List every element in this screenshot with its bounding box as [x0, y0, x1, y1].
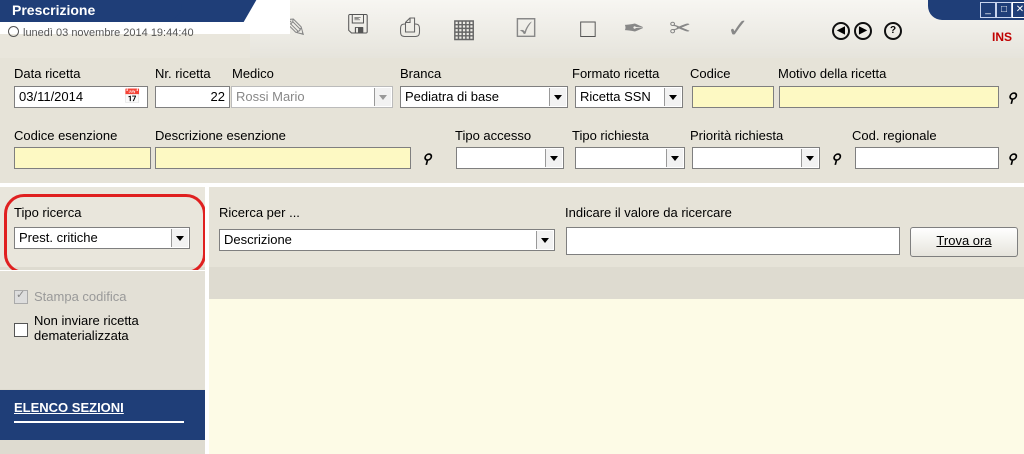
search-bar: Ricerca per ... Descrizione Indicare il …: [209, 187, 1024, 267]
data-ricetta-field[interactable]: 03/11/2014 📅: [14, 86, 148, 108]
chevron-down-icon: [374, 88, 391, 106]
codice-esenzione-label: Codice esenzione: [14, 128, 118, 143]
codice-field[interactable]: [692, 86, 774, 108]
prev-icon[interactable]: ◀: [832, 22, 850, 40]
priorita-label: Priorità richiesta: [690, 128, 784, 143]
codice-label: Codice: [690, 66, 731, 81]
tipo-accesso-select[interactable]: [456, 147, 564, 169]
results-area[interactable]: [209, 299, 1024, 454]
pin-icon[interactable]: ⚲: [422, 151, 432, 167]
formato-value: Ricetta SSN: [580, 89, 651, 104]
preview-icon[interactable]: ▦: [446, 10, 482, 46]
pen-icon[interactable]: ✒: [616, 10, 652, 46]
print-icon[interactable]: ⎙: [392, 10, 428, 46]
priorita-select[interactable]: [692, 147, 820, 169]
cod-regionale-label: Cod. regionale: [852, 128, 937, 143]
elenco-sezioni-panel: [0, 390, 205, 440]
trova-ora-label: Trova ora: [936, 233, 992, 248]
stampa-codifica-label: Stampa codifica: [34, 289, 127, 304]
window-title: Prescrizione: [12, 2, 96, 18]
highlight-annotation: [4, 194, 206, 274]
ricerca-per-value: Descrizione: [224, 232, 292, 247]
motivo-field[interactable]: [779, 86, 999, 108]
descrizione-esenzione-label: Descrizione esenzione: [155, 128, 286, 143]
motivo-label: Motivo della ricetta: [778, 66, 887, 81]
chevron-down-icon[interactable]: [664, 88, 681, 106]
sign-icon[interactable]: ✓: [720, 10, 756, 46]
check-icon: ✓: [16, 289, 26, 301]
medico-select: Rossi Mario: [231, 86, 393, 108]
elenco-sezioni-title[interactable]: ELENCO SEZIONI: [14, 400, 124, 415]
non-inviare-checkbox[interactable]: [14, 323, 28, 337]
note-icon[interactable]: ☑: [508, 10, 544, 46]
tipo-richiesta-label: Tipo richiesta: [572, 128, 649, 143]
elenco-underline: [14, 421, 184, 423]
help-icon[interactable]: ?: [884, 22, 902, 40]
branca-label: Branca: [400, 66, 442, 81]
valore-label: Indicare il valore da ricercare: [565, 205, 732, 220]
medico-value: Rossi Mario: [236, 89, 305, 104]
chevron-down-icon[interactable]: [801, 149, 818, 167]
next-icon[interactable]: ▶: [854, 22, 872, 40]
minimize-icon[interactable]: _: [980, 2, 996, 18]
clock-icon: [8, 26, 19, 37]
trova-ora-button[interactable]: Trova ora: [910, 227, 1018, 257]
tipo-richiesta-select[interactable]: [575, 147, 685, 169]
pin-icon[interactable]: ⚲: [831, 151, 841, 167]
nr-ricetta-label: Nr. ricetta: [155, 66, 211, 81]
calendar-icon[interactable]: 📅: [124, 88, 141, 105]
branca-value: Pediatra di base: [405, 89, 499, 104]
stampa-codifica-checkbox: ✓: [14, 289, 28, 304]
maximize-icon[interactable]: □: [996, 2, 1012, 18]
close-icon[interactable]: ✕: [1012, 2, 1024, 18]
save-icon[interactable]: 🖫: [340, 9, 376, 46]
chevron-down-icon[interactable]: [545, 149, 562, 167]
datetime-text: lunedì 03 novembre 2014 19:44:40: [23, 27, 194, 39]
prescription-form: Data ricetta 03/11/2014 📅 Nr. ricetta 22 …: [0, 58, 1024, 183]
nr-ricetta-field[interactable]: 22: [155, 86, 230, 108]
cod-regionale-field[interactable]: [855, 147, 999, 169]
scissors-icon[interactable]: ✂: [662, 10, 698, 46]
toolbar: ✎ 🖫 ⎙ ▦ ☑ □ ✒ ✂ ✓ ◀ ▶ ?: [250, 0, 1024, 58]
descrizione-esenzione-field[interactable]: [155, 147, 411, 169]
branca-select[interactable]: Pediatra di base: [400, 86, 568, 108]
pin-icon[interactable]: ⚲: [1007, 151, 1017, 167]
pin-icon[interactable]: ⚲: [1007, 90, 1017, 106]
ricerca-per-select[interactable]: Descrizione: [219, 229, 555, 251]
results-header: [209, 267, 1024, 299]
chevron-down-icon[interactable]: [549, 88, 566, 106]
chevron-down-icon[interactable]: [536, 231, 553, 249]
bottom-strip: [0, 440, 205, 454]
formato-label: Formato ricetta: [572, 66, 660, 81]
search-input[interactable]: [566, 227, 900, 255]
mode-indicator: INS: [991, 30, 1012, 44]
ricerca-per-label: Ricerca per ...: [219, 205, 300, 220]
data-ricetta-value: 03/11/2014: [19, 89, 84, 104]
stamp-icon[interactable]: □: [570, 10, 606, 46]
datetime: lunedì 03 novembre 2014 19:44:40: [8, 26, 194, 39]
medico-label: Medico: [232, 66, 274, 81]
tipo-accesso-label: Tipo accesso: [455, 128, 532, 143]
window-controls: _ □ ✕: [928, 0, 1024, 20]
formato-select[interactable]: Ricetta SSN: [575, 86, 683, 108]
codice-esenzione-field[interactable]: [14, 147, 151, 169]
chevron-down-icon[interactable]: [666, 149, 683, 167]
data-ricetta-label: Data ricetta: [14, 66, 81, 81]
non-inviare-label: Non inviare ricetta dematerializzata: [34, 313, 139, 343]
